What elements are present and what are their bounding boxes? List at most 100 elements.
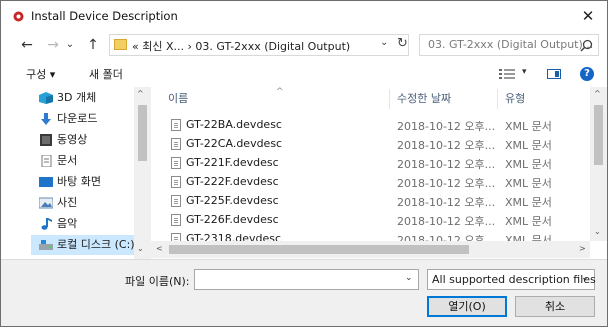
xml-file-icon <box>171 195 181 207</box>
scroll-right-icon[interactable]: > <box>579 244 586 253</box>
chevron-down-icon[interactable]: ⌄ <box>405 273 413 283</box>
column-header-name[interactable]: 이름 <box>168 87 188 111</box>
forward-arrow-icon: → <box>47 37 59 53</box>
filename-label: 파일 이름(N): <box>125 275 190 288</box>
file-date: 2018-10-12 오후... <box>397 158 496 171</box>
search-box[interactable]: 03. GT-2xxx (Digital Output)... <box>419 34 599 56</box>
file-name: GT-221F.devdesc <box>186 156 279 169</box>
file-date: 2018-10-12 오후... <box>397 120 496 133</box>
file-row[interactable]: GT-226F.devdesc 2018-10-12 오후... XML 문서 <box>151 211 591 230</box>
address-dropdown-icon[interactable]: ⌄ <box>380 37 388 48</box>
scroll-down-icon[interactable]: ⌄ <box>594 227 601 236</box>
open-button[interactable]: 열기(O) <box>427 296 507 317</box>
column-header-type[interactable]: 유형 <box>505 87 525 111</box>
navigation-pane: 3D 개체 다운로드 동영상 문서 바탕 화면 사진 음악 로컬 디스크 (C:… <box>1 87 151 259</box>
sidebar-item-3d-objects[interactable]: 3D 개체 <box>39 88 139 108</box>
organize-button[interactable]: 구성 ▾ <box>26 66 55 82</box>
xml-file-icon <box>171 157 181 169</box>
file-name: GT-22BA.devdesc <box>186 118 282 131</box>
drive-icon <box>39 240 53 250</box>
file-type-filter[interactable]: All supported description files ⌄ <box>427 269 596 290</box>
file-list-vertical-scrollbar[interactable]: ^ ⌄ <box>590 87 607 241</box>
file-row[interactable]: GT-22BA.devdesc 2018-10-12 오후... XML 문서 <box>151 116 591 135</box>
chevron-down-icon: ⌄ <box>581 273 589 283</box>
refresh-icon[interactable]: ↻ <box>397 36 408 51</box>
scroll-thumb[interactable] <box>169 245 469 254</box>
file-type-filter-value: All supported description files <box>432 273 596 286</box>
sort-ascending-icon: ^ <box>276 87 284 97</box>
app-logo-icon <box>13 11 24 22</box>
xml-file-icon <box>171 119 181 131</box>
sidebar-item-local-disk[interactable]: 로컬 디스크 (C:) <box>31 235 141 255</box>
address-row: ← → ⌄ ↑ « 최신 X... › 03. GT-2xxx (Digital… <box>1 31 607 61</box>
file-row[interactable]: GT-225F.devdesc 2018-10-12 오후... XML 문서 <box>151 192 591 211</box>
cancel-button[interactable]: 취소 <box>515 296 595 317</box>
file-type: XML 문서 <box>505 158 552 171</box>
close-button[interactable]: ✕ <box>571 3 605 29</box>
install-device-description-dialog: Install Device Description ✕ ← → ⌄ ↑ « 최… <box>0 0 608 327</box>
sidebar-item-music[interactable]: 음악 <box>39 214 139 234</box>
close-icon: ✕ <box>581 7 595 25</box>
view-options-icon[interactable] <box>499 69 515 79</box>
scroll-thumb[interactable] <box>138 105 147 161</box>
filename-field[interactable]: ⌄ <box>194 269 419 290</box>
file-name: GT-22CA.devdesc <box>186 137 283 150</box>
file-row[interactable]: GT-22CA.devdesc 2018-10-12 오후... XML 문서 <box>151 135 591 154</box>
breadcrumb[interactable]: « 최신 X... › 03. GT-2xxx (Digital Output) <box>132 38 350 54</box>
file-list: ^ 이름 수정한 날짜 유형 GT-22BA.devdesc 2018-10-1… <box>151 87 607 259</box>
pictures-icon <box>39 197 53 209</box>
scroll-down-icon[interactable]: ⌄ <box>137 244 144 253</box>
address-bar[interactable]: « 최신 X... › 03. GT-2xxx (Digital Output)… <box>109 34 409 56</box>
back-button[interactable]: ← <box>17 34 37 56</box>
scroll-up-icon[interactable]: ^ <box>594 89 601 98</box>
sidebar-item-downloads[interactable]: 다운로드 <box>39 109 139 129</box>
file-date: 2018-10-12 오후... <box>397 215 496 228</box>
scroll-up-icon[interactable]: ^ <box>137 89 144 98</box>
xml-file-icon <box>171 214 181 226</box>
column-divider[interactable] <box>497 89 498 109</box>
file-row[interactable]: GT-222F.devdesc 2018-10-12 오후... XML 문서 <box>151 173 591 192</box>
preview-pane-icon[interactable] <box>547 69 561 79</box>
file-date: 2018-10-12 오후... <box>397 177 496 190</box>
sidebar-item-documents[interactable]: 문서 <box>39 151 139 171</box>
document-icon <box>41 155 52 167</box>
recent-locations-button[interactable]: ⌄ <box>63 34 77 56</box>
file-list-horizontal-scrollbar[interactable]: < > <box>151 241 590 258</box>
file-name: GT-222F.devdesc <box>186 175 279 188</box>
3d-objects-icon <box>39 92 53 104</box>
forward-button[interactable]: → <box>43 34 63 56</box>
file-type: XML 문서 <box>505 215 552 228</box>
download-icon <box>41 113 51 125</box>
file-name: GT-226F.devdesc <box>186 213 279 226</box>
up-button[interactable]: ↑ <box>83 34 103 56</box>
sidebar-item-videos[interactable]: 동영상 <box>39 130 139 150</box>
scroll-left-icon[interactable]: < <box>156 244 163 253</box>
file-type: XML 문서 <box>505 196 552 209</box>
video-icon <box>40 134 52 146</box>
xml-file-icon <box>171 138 181 150</box>
navigation-scrollbar[interactable]: ^ ⌄ <box>134 87 151 259</box>
command-toolbar: 구성 ▾ 새 폴더 ▾ ? <box>1 61 607 87</box>
folder-icon <box>114 39 127 50</box>
help-icon[interactable]: ? <box>580 67 594 81</box>
title-bar: Install Device Description ✕ <box>1 1 607 31</box>
new-folder-button[interactable]: 새 폴더 <box>89 66 123 82</box>
file-row[interactable]: GT-221F.devdesc 2018-10-12 오후... XML 문서 <box>151 154 591 173</box>
music-icon <box>41 218 52 230</box>
search-placeholder: 03. GT-2xxx (Digital Output)... <box>428 38 594 51</box>
chevron-down-icon: ⌄ <box>65 39 75 50</box>
scroll-thumb[interactable] <box>594 105 603 165</box>
file-date: 2018-10-12 오후... <box>397 196 496 209</box>
xml-file-icon <box>171 176 181 188</box>
file-date: 2018-10-12 오후... <box>397 139 496 152</box>
sidebar-item-pictures[interactable]: 사진 <box>39 193 139 213</box>
up-arrow-icon: ↑ <box>87 37 99 53</box>
view-dropdown-icon[interactable]: ▾ <box>522 67 527 77</box>
search-icon <box>580 39 593 52</box>
column-divider[interactable] <box>389 89 390 109</box>
file-name: GT-225F.devdesc <box>186 194 279 207</box>
file-type: XML 문서 <box>505 177 552 190</box>
sidebar-item-desktop[interactable]: 바탕 화면 <box>39 172 139 192</box>
file-type: XML 문서 <box>505 120 552 133</box>
column-header-date[interactable]: 수정한 날짜 <box>397 87 451 111</box>
